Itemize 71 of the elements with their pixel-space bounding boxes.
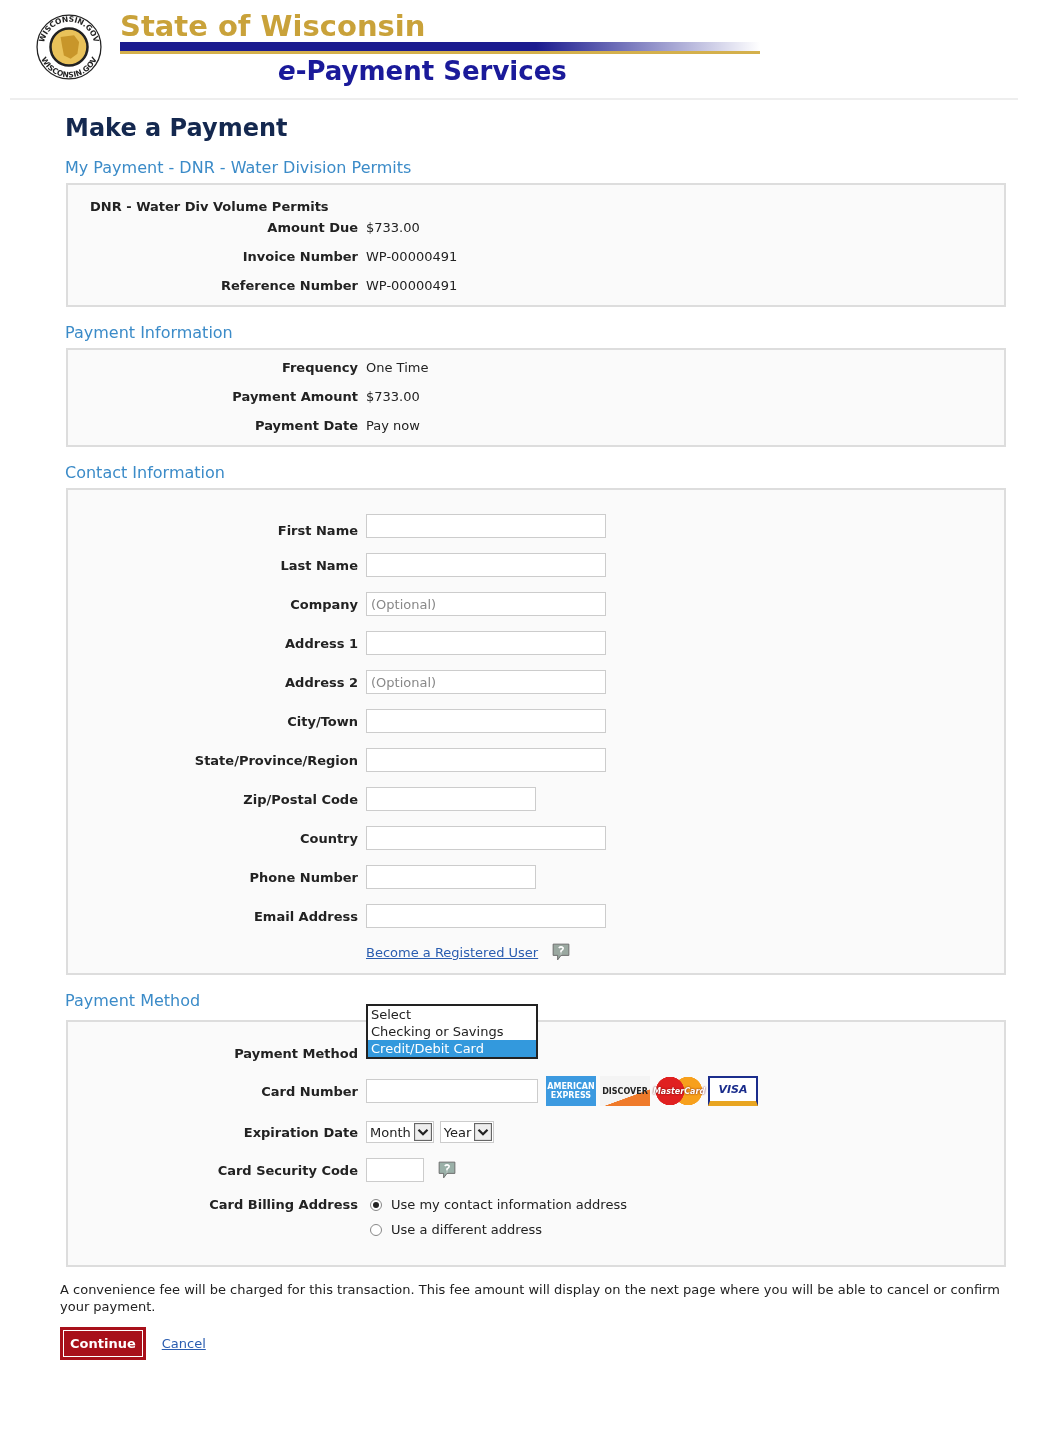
help-icon[interactable] [552,943,571,961]
register-link[interactable]: Become a Registered User [366,944,539,960]
continue-button[interactable]: Continue [60,1327,146,1360]
text-field[interactable] [366,865,536,889]
text-field[interactable] [366,904,606,928]
year-select[interactable]: Year [439,1121,495,1143]
field-value: WP-00000491 [366,278,458,293]
field-label: Email Address [254,908,358,924]
field-value: $733.00 [366,389,420,404]
field-label: Country [299,830,358,846]
security-code-field[interactable] [366,1158,424,1182]
radio-button[interactable] [370,1223,382,1236]
field-label: Invoice Number [242,249,358,264]
field-label: First Name [277,523,358,538]
field-label: Zip/Postal Code [243,791,358,807]
field-label: Phone Number [249,869,358,885]
text-field[interactable] [366,709,606,733]
field-label: Card Billing Address [209,1197,358,1212]
field-value: $733.00 [366,220,420,235]
text-field[interactable] [366,514,606,538]
field-label: State/Province/Region [194,752,358,768]
text-field[interactable] [366,787,536,811]
field-label: Frequency [281,360,358,375]
field-label: Address 1 [285,635,358,651]
section-heading: My Payment - DNR - Water Division Permits [65,158,413,177]
list-option[interactable]: Checking or Savings [368,1023,536,1040]
discover-logo: DISCOVER [600,1076,650,1106]
cancel-link[interactable]: Cancel [161,1336,206,1351]
text-field[interactable] [366,826,606,850]
card-number-field[interactable] [366,1079,538,1103]
field-label: Amount Due [267,220,358,235]
text-field[interactable] [366,631,606,655]
fee-notice: A convenience fee will be charged for this transaction. This fee amount will display on the next page where you will be able to cancel or confirm your payment. [60,1281,1001,1315]
item-title: DNR - Water Div Volume Permits [90,199,330,214]
payment-method-list[interactable]: Select Checking or Savings Credit/Debit Card [366,1004,538,1059]
radio-option[interactable]: Use a different address [370,1222,1004,1237]
field-label: Reference Number [220,278,358,293]
radio-label: Use my contact information address [391,1197,627,1212]
field-label: Company [290,596,358,612]
caret-icon [474,1123,493,1141]
page-title: Make a Payment [65,114,289,142]
field-label: Payment Amount [232,389,358,404]
text-field[interactable]: (Optional) [366,670,606,694]
section-heading: Payment Information [65,323,234,342]
field-label: Card Security Code [217,1162,358,1178]
field-label: Card Number [261,1083,358,1099]
site-title: State of Wisconsin [120,10,427,42]
field-value: One Time [366,360,429,375]
field-label: City/Town [287,713,358,729]
field-label: Payment Method [234,1046,358,1061]
field-label: Payment Date [255,418,358,433]
list-option[interactable]: Select [368,1006,536,1023]
radio-button[interactable] [370,1198,382,1211]
text-field[interactable]: (Optional) [366,592,606,616]
field-value: WP-00000491 [366,249,458,264]
amex-logo: AMERICAN EXPRESS [546,1076,596,1106]
help-icon[interactable] [438,1161,456,1179]
visa-logo: VISA [708,1076,758,1106]
radio-label: Use a different address [391,1222,542,1237]
field-label: Last Name [280,557,358,573]
section-heading: Payment Method [65,991,201,1010]
section-heading: Contact Information [65,463,226,482]
field-value: Pay now [366,418,420,433]
month-select[interactable]: Month [366,1121,434,1143]
text-field[interactable] [366,748,606,772]
field-label: Address 2 [285,674,358,690]
radio-option[interactable]: Use my contact information address [370,1197,1004,1212]
site-subtitle: e-Payment Services [278,55,567,88]
caret-icon [413,1123,432,1141]
field-label: Expiration Date [243,1124,358,1140]
text-field[interactable] [366,553,606,577]
